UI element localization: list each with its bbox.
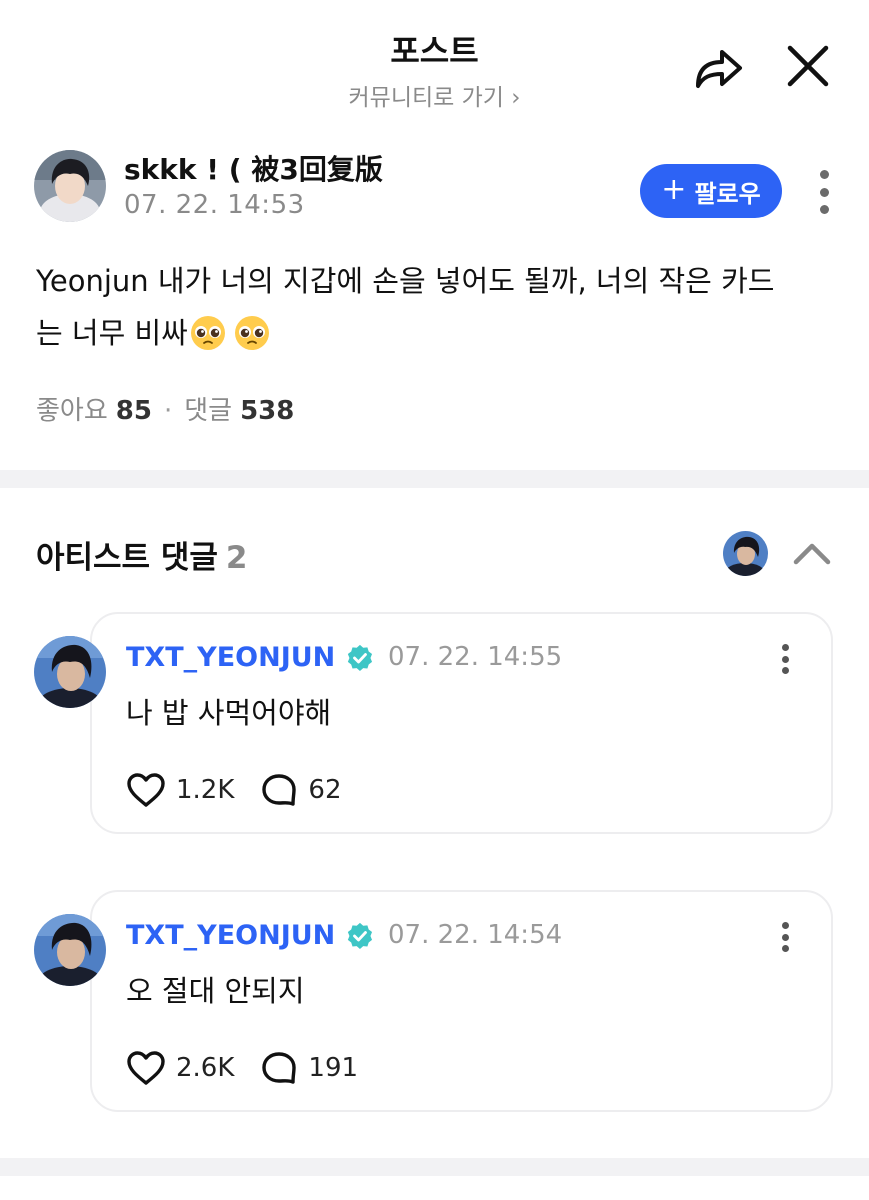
verified-badge-icon: [347, 922, 373, 949]
comment-text: 나 밥 사먹어야해: [126, 696, 332, 730]
like-button[interactable]: 1.2K: [126, 772, 234, 808]
comment-timestamp: 07. 22. 14:55: [388, 642, 563, 672]
post-author-name[interactable]: skkk ! ( 被3回复版: [124, 148, 383, 188]
reply-button[interactable]: 62: [260, 772, 342, 808]
avatar-image: [34, 914, 106, 986]
comment-bubble-icon: [262, 774, 297, 806]
artist-comment-card: TXT_YEONJUN 07. 22. 14:55 나 밥 사먹어야해 1.2K…: [90, 612, 833, 834]
follow-label: 팔로우: [694, 179, 761, 208]
bottom-divider: [0, 1158, 869, 1176]
close-button[interactable]: [786, 44, 830, 88]
comment-author-avatar[interactable]: [34, 914, 106, 986]
artist-avatar[interactable]: [723, 531, 768, 576]
comment-text: 오 절대 안되지: [126, 974, 305, 1008]
top-header: 포스트 커뮤니티로 가기 ›: [0, 0, 869, 120]
heart-icon: [127, 1051, 165, 1085]
comments-label: 댓글: [184, 396, 233, 426]
verified-badge-icon: [347, 644, 373, 671]
comment-author-name[interactable]: TXT_YEONJUN: [126, 920, 335, 951]
chevron-up-icon: [793, 543, 831, 565]
post-text-line-1: Yeonjun 내가 너의 지갑에 손을 넣어도 될까, 너의 작은 카드: [36, 264, 775, 298]
more-vertical-icon[interactable]: [775, 922, 795, 952]
post-author-avatar[interactable]: [34, 150, 106, 222]
reply-count: 62: [308, 775, 342, 805]
artist-comments-title: 아티스트 댓글 2: [36, 532, 248, 577]
comment-actions: 1.2K 62: [126, 770, 342, 810]
like-count: 1.2K: [176, 775, 235, 805]
section-divider: [0, 470, 869, 488]
post-stats: 좋아요 85 · 댓글 538: [36, 390, 294, 427]
comment-timestamp: 07. 22. 14:54: [388, 920, 563, 950]
share-button[interactable]: [692, 44, 744, 92]
comment-author-name[interactable]: TXT_YEONJUN: [126, 642, 335, 673]
post-text-line-2-wrap: 는 너무 비싸: [36, 307, 836, 359]
close-icon: [787, 45, 829, 87]
stats-separator: ·: [163, 396, 173, 426]
heart-icon: [127, 773, 165, 807]
artist-comments-count: 2: [225, 540, 248, 576]
avatar-image: [34, 636, 106, 708]
pleading-face-emoji-icon: [234, 316, 269, 350]
artist-comment-card: TXT_YEONJUN 07. 22. 14:54 오 절대 안되지 2.6K …: [90, 890, 833, 1112]
artist-avatar-image: [723, 531, 768, 576]
collapse-button[interactable]: [792, 538, 832, 568]
like-count: 2.6K: [176, 1053, 235, 1083]
avatar-image: [34, 150, 106, 222]
more-vertical-icon[interactable]: [775, 644, 795, 674]
artist-comments-label: 아티스트 댓글: [36, 540, 218, 576]
post-body: Yeonjun 내가 너의 지갑에 손을 넣어도 될까, 너의 작은 카드 는 …: [36, 255, 836, 359]
like-button[interactable]: 2.6K: [126, 1050, 234, 1086]
comments-count[interactable]: 538: [240, 396, 294, 426]
comment-author-avatar[interactable]: [34, 636, 106, 708]
reply-count: 191: [308, 1053, 359, 1083]
pleading-face-emoji-icon: [190, 316, 225, 350]
more-vertical-icon[interactable]: [806, 168, 842, 216]
post-page: 포스트 커뮤니티로 가기 › skkk ! ( 被3回复版 07. 22. 14…: [0, 0, 869, 1200]
comment-actions: 2.6K 191: [126, 1048, 358, 1088]
post-timestamp: 07. 22. 14:53: [124, 190, 305, 220]
post-text-line-2: 는 너무 비싸: [36, 316, 188, 350]
reply-button[interactable]: 191: [260, 1050, 358, 1086]
likes-count[interactable]: 85: [116, 396, 152, 426]
comment-bubble-icon: [262, 1052, 297, 1084]
follow-button[interactable]: + 팔로우: [640, 164, 782, 218]
likes-label: 좋아요: [36, 396, 108, 426]
plus-icon: +: [661, 171, 687, 207]
share-icon: [696, 50, 742, 88]
